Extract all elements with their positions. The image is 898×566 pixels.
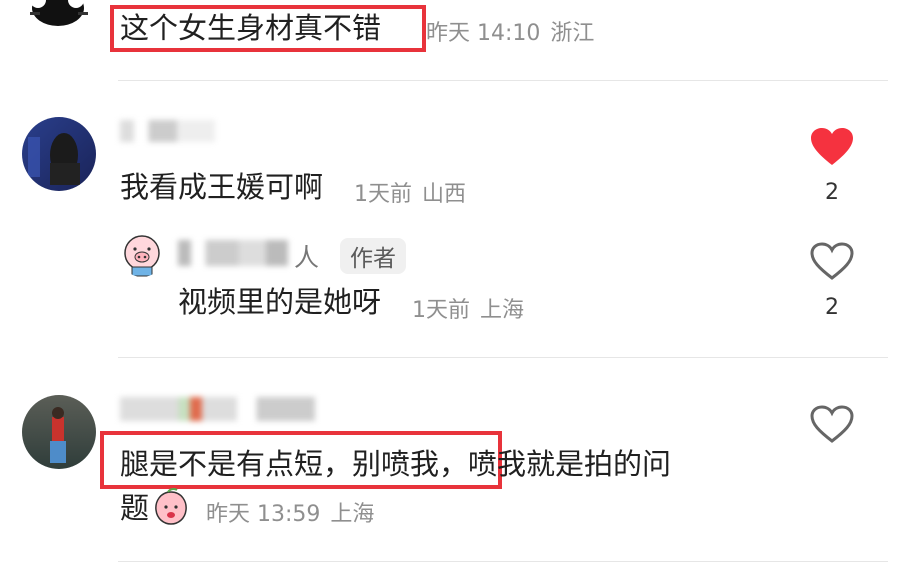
divider-2 bbox=[118, 357, 888, 358]
comment-1-date: 昨天 14:10 bbox=[426, 21, 541, 46]
avatar-comment-3[interactable] bbox=[22, 395, 96, 469]
divider-1 bbox=[118, 80, 888, 81]
heart-outline-icon[interactable] bbox=[811, 0, 851, 12]
reply-meta: 1天前 上海 bbox=[412, 292, 534, 324]
comment-2-meta: 1天前 山西 bbox=[354, 176, 476, 208]
author-badge: 作者 bbox=[340, 238, 406, 274]
comment-2-text: 我看成王媛可啊 bbox=[120, 170, 324, 204]
pig-face-emoji bbox=[124, 235, 160, 277]
comment-2-username[interactable] bbox=[120, 120, 215, 142]
reply-location: 上海 bbox=[480, 298, 525, 323]
divider-3 bbox=[118, 561, 888, 562]
comment-3-meta: 昨天 13:59 上海 bbox=[206, 496, 384, 528]
comment-3-username[interactable] bbox=[120, 397, 315, 421]
comment-1-meta: 昨天 14:10 浙江 bbox=[426, 15, 604, 47]
heart-outline-icon[interactable] bbox=[810, 405, 854, 449]
reply-username[interactable]: 人 bbox=[294, 238, 319, 274]
comment-2-date: 1天前 bbox=[354, 182, 412, 207]
comment-3-text-rest: 喷我就是拍的问 bbox=[468, 447, 672, 481]
reply-username-blurred[interactable] bbox=[178, 240, 288, 266]
avatar-reply[interactable] bbox=[120, 233, 164, 277]
avatar-comment-1[interactable] bbox=[22, 0, 94, 32]
comment-2-like-count: 2 bbox=[825, 180, 839, 205]
comment-3-location: 上海 bbox=[330, 502, 375, 527]
comment-3-text: 腿是不是有点短，别喷我，喷我就是拍的问 bbox=[120, 446, 671, 482]
comment-1-location: 浙江 bbox=[550, 21, 595, 46]
comment-3-text-line2-char: 题 bbox=[120, 491, 150, 525]
peach-emoji bbox=[152, 487, 190, 530]
reply-text: 视频里的是她呀 bbox=[178, 285, 382, 319]
comment-3-text-line2: 题 bbox=[120, 490, 149, 526]
reply-date: 1天前 bbox=[412, 298, 470, 323]
heart-outline-icon[interactable] bbox=[810, 242, 854, 286]
avatar-comment-2[interactable] bbox=[22, 117, 96, 191]
heart-icon[interactable] bbox=[810, 127, 854, 171]
comment-3-text-highlight: 腿是不是有点短，别喷我， bbox=[120, 447, 469, 481]
comment-2-location: 山西 bbox=[422, 182, 467, 207]
comment-3-date: 昨天 13:59 bbox=[206, 502, 321, 527]
reply-like-count: 2 bbox=[825, 295, 839, 320]
comment-1-text: 这个女生身材真不错 bbox=[120, 11, 382, 45]
